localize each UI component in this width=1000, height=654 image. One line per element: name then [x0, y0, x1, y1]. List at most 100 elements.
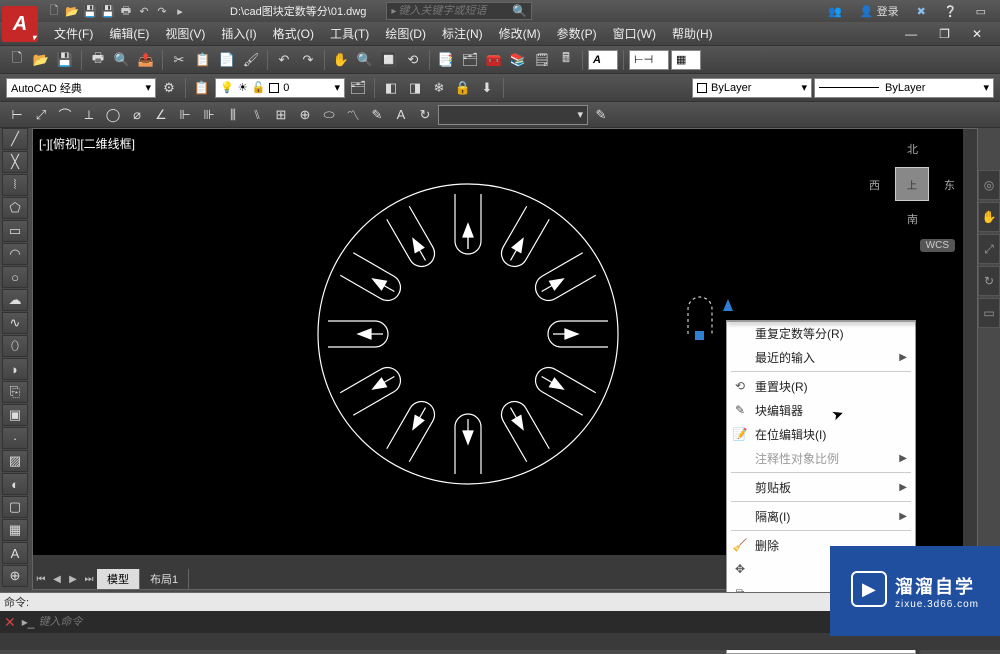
spline-icon[interactable]: ∿ [2, 312, 28, 334]
ctx-reset-block[interactable]: ⟲重置块(R) [727, 374, 915, 398]
viewcube[interactable]: 北 南 东 西 上 [867, 139, 957, 229]
app-menu-button[interactable]: A [2, 6, 38, 42]
login-button[interactable]: 👤 登录 [854, 2, 905, 20]
hatch-icon[interactable]: ▨ [2, 450, 28, 472]
viewcube-south[interactable]: 南 [907, 211, 918, 227]
tolerance-icon[interactable]: ⊞ [270, 104, 292, 126]
help-search[interactable]: ▸ 🔍 [386, 2, 532, 20]
menu-edit[interactable]: 编辑(E) [101, 25, 157, 42]
ctx-edit-in-place[interactable]: 📝在位编辑块(I) [727, 422, 915, 446]
layer-states-icon[interactable]: 🗂 [347, 77, 369, 99]
menu-view[interactable]: 视图(V) [157, 25, 213, 42]
inspect-icon[interactable]: ⬭ [318, 104, 340, 126]
table-icon[interactable]: ▦ [2, 519, 28, 541]
addselected-icon[interactable]: ⊕ [2, 565, 28, 587]
zoom-icon[interactable]: 🔍 [354, 49, 376, 71]
tp-icon[interactable]: 🧰 [483, 49, 505, 71]
layer-props-icon[interactable]: 📋 [191, 77, 213, 99]
saveas-icon[interactable]: 💾 [100, 3, 116, 19]
tab-model[interactable]: 模型 [97, 569, 140, 589]
rect-icon[interactable]: ▭ [2, 220, 28, 242]
ctx-clipboard[interactable]: 剪贴板▶ [727, 475, 915, 499]
menu-file[interactable]: 文件(F) [46, 25, 101, 42]
view-label[interactable]: [-][俯视][二维线框] [39, 135, 135, 152]
dim-ang-icon[interactable]: ∠ [150, 104, 172, 126]
arc-icon[interactable]: ◠ [2, 243, 28, 265]
ellipsearc-icon[interactable]: ◗ [2, 358, 28, 380]
revcloud-icon[interactable]: ☁ [2, 289, 28, 311]
dc-icon[interactable]: 🗂 [459, 49, 481, 71]
doc-close-icon[interactable]: ✕ [964, 27, 990, 41]
menu-format[interactable]: 格式(O) [265, 25, 322, 42]
save2-icon[interactable]: 💾 [54, 49, 76, 71]
dim-cont-icon[interactable]: ⊪ [198, 104, 220, 126]
point-icon[interactable]: · [2, 427, 28, 449]
workspace-combo[interactable]: AutoCAD 经典 ▾ [6, 78, 156, 98]
markup-icon[interactable]: 🗒 [531, 49, 553, 71]
ssc-icon[interactable]: 📚 [507, 49, 529, 71]
layer-frz-icon[interactable]: ❄ [428, 77, 450, 99]
props-icon[interactable]: 📑 [435, 49, 457, 71]
zoomwin-icon[interactable]: 🔲 [378, 49, 400, 71]
publish-icon[interactable]: 📤 [135, 49, 157, 71]
menu-modify[interactable]: 修改(M) [491, 25, 549, 42]
viewcube-west[interactable]: 西 [869, 177, 880, 193]
zoomprev-icon[interactable]: ⟲ [402, 49, 424, 71]
menu-insert[interactable]: 插入(I) [213, 25, 264, 42]
undo2-icon[interactable]: ↶ [273, 49, 295, 71]
help-search-input[interactable] [398, 5, 508, 17]
minimize-window-icon[interactable]: ▭ [970, 4, 992, 19]
showmotion-icon[interactable]: ▭ [978, 298, 1000, 328]
help-icon[interactable]: ❔ [938, 4, 964, 19]
color-combo[interactable]: ByLayer ▾ [692, 78, 812, 98]
new-icon[interactable]: 🗋 [46, 3, 62, 19]
tab-nav[interactable]: ⏮◀▶⏭ [33, 574, 97, 585]
dim-linear-icon[interactable]: ⊢ [6, 104, 28, 126]
doc-minimize-icon[interactable]: — [897, 27, 925, 41]
save-icon[interactable]: 💾 [82, 3, 98, 19]
more-icon[interactable]: ▸ [172, 3, 188, 19]
layer-iso-icon[interactable]: ◧ [380, 77, 402, 99]
xline-icon[interactable]: ╳ [2, 151, 28, 173]
textstyle-combo[interactable]: A [588, 50, 618, 70]
layer-off-icon[interactable]: ◨ [404, 77, 426, 99]
dimstyle-combo[interactable]: ⊢⊣ [629, 50, 669, 70]
open-icon[interactable]: 📂 [64, 3, 80, 19]
linetype-combo[interactable]: ByLayer ▾ [814, 78, 994, 98]
dimupdate-icon[interactable]: ↻ [414, 104, 436, 126]
orbit-icon[interactable]: ↻ [978, 266, 1000, 296]
tablestyle-combo[interactable]: ▦ [671, 50, 701, 70]
copy-icon[interactable]: 📋 [192, 49, 214, 71]
menu-help[interactable]: 帮助(H) [664, 25, 721, 42]
plot-icon[interactable]: 🖶 [118, 3, 134, 19]
dim-space-icon[interactable]: ⫼ [222, 104, 244, 126]
ws-settings-icon[interactable]: ⚙ [158, 77, 180, 99]
menu-draw[interactable]: 绘图(D) [377, 25, 434, 42]
viewcube-north[interactable]: 北 [907, 141, 918, 157]
cmd-close-icon[interactable]: ✕ [4, 614, 16, 631]
pline-icon[interactable]: ⦚ [2, 174, 28, 196]
exchange-icon[interactable]: 👥 [822, 4, 848, 19]
navwheel-icon[interactable]: ◎ [978, 170, 1000, 200]
tab-layout1[interactable]: 布局1 [140, 569, 189, 589]
ctx-block-editor[interactable]: ✎块编辑器 [727, 398, 915, 422]
line-icon[interactable]: ╱ [2, 128, 28, 150]
doc-restore-icon[interactable]: ❐ [931, 27, 958, 41]
pan-icon[interactable]: ✋ [330, 49, 352, 71]
region-icon[interactable]: ▢ [2, 496, 28, 518]
undo-icon[interactable]: ↶ [136, 3, 152, 19]
cut-icon[interactable]: ✂ [168, 49, 190, 71]
qnew-icon[interactable]: 🗋 [6, 49, 28, 71]
search-icon[interactable]: 🔍 [512, 4, 527, 18]
circle-icon[interactable]: ○ [2, 266, 28, 288]
dim-base-icon[interactable]: ⊩ [174, 104, 196, 126]
preview-icon[interactable]: 🔍 [111, 49, 133, 71]
dimstyle-combo2[interactable]: ▾ [438, 105, 588, 125]
scrollbar-vertical[interactable] [963, 129, 977, 555]
center-icon[interactable]: ⊕ [294, 104, 316, 126]
block-icon[interactable]: ▣ [2, 404, 28, 426]
dim-arc-icon[interactable]: ⌒ [54, 104, 76, 126]
ctx-isolate[interactable]: 隔离(I)▶ [727, 504, 915, 528]
menu-window[interactable]: 窗口(W) [605, 25, 664, 42]
gradient-icon[interactable]: ◐ [2, 473, 28, 495]
